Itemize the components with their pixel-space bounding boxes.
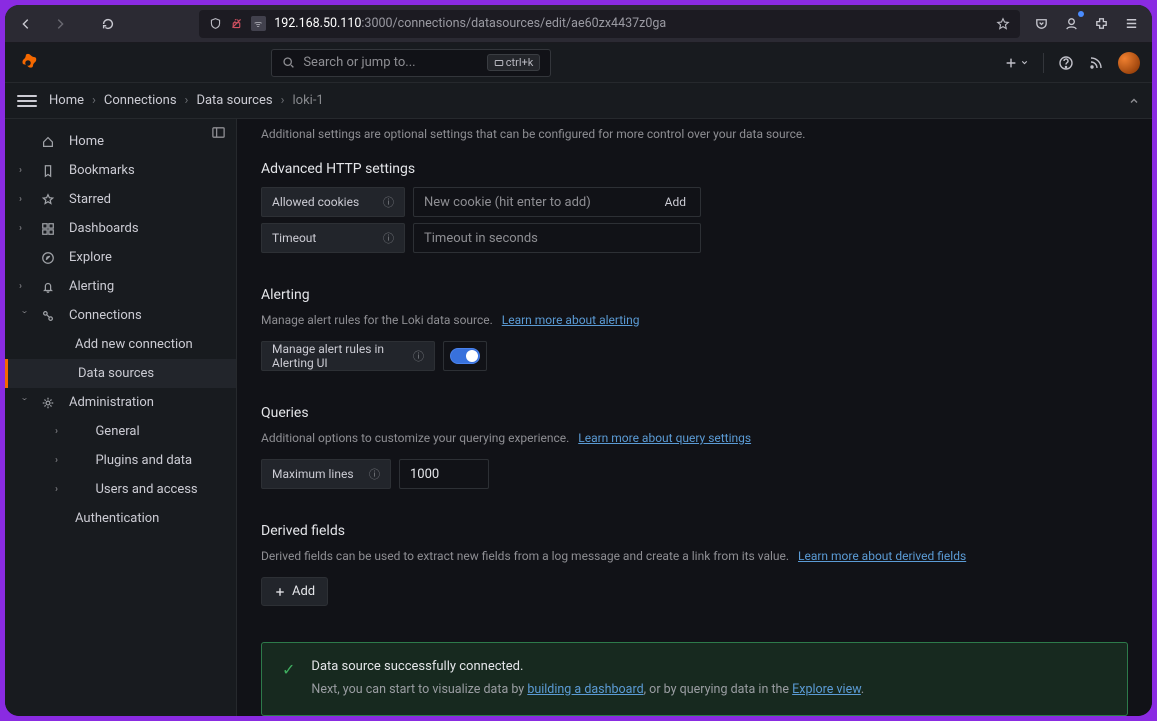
breadcrumb: Home › Connections › Data sources › loki… [49, 93, 324, 108]
sidebar-item-alerting[interactable]: › Alerting [5, 272, 236, 301]
bookmark-icon [41, 164, 57, 178]
search-input[interactable]: Search or jump to... ctrl+k [271, 49, 551, 77]
gear-icon [41, 396, 57, 410]
manage-alerts-label: Manage alert rules in Alerting UI ⓘ [261, 341, 435, 371]
menu-toggle-button[interactable] [17, 91, 37, 111]
queries-hint: Additional options to customize your que… [261, 431, 1128, 445]
learn-more-alerting-link[interactable]: Learn more about alerting [502, 313, 640, 327]
learn-more-derived-link[interactable]: Learn more about derived fields [798, 549, 966, 563]
allowed-cookies-input[interactable]: New cookie (hit enter to add) Add [413, 187, 701, 217]
derived-title: Derived fields [261, 523, 1128, 539]
main-content: Additional settings are optional setting… [237, 119, 1152, 716]
breadcrumb-home[interactable]: Home [49, 93, 84, 108]
sidebar-item-home[interactable]: Home [5, 127, 236, 156]
sidebar-item-plugins[interactable]: › Plugins and data [5, 446, 236, 475]
breadcrumb-datasources[interactable]: Data sources [196, 93, 272, 108]
help-icon[interactable] [1058, 55, 1074, 71]
sidebar-item-add-connection[interactable]: Add new connection [5, 330, 236, 359]
browser-reload-button[interactable] [95, 11, 121, 37]
divider [1043, 53, 1044, 73]
browser-toolbar: ᯤ 192.168.50.110:3000/connections/dataso… [5, 5, 1152, 43]
breadcrumb-current: loki-1 [293, 93, 324, 108]
browser-back-button[interactable] [13, 11, 39, 37]
lock-insecure-icon [230, 17, 243, 30]
max-lines-label: Maximum lines ⓘ [261, 459, 391, 489]
grafana-logo[interactable] [17, 52, 39, 74]
info-icon[interactable]: ⓘ [413, 348, 424, 364]
home-icon [41, 135, 57, 149]
build-dashboard-link[interactable]: building a dashboard [527, 682, 643, 697]
rss-icon[interactable] [1088, 55, 1104, 71]
sidebar-item-data-sources[interactable]: Data sources [5, 359, 236, 388]
search-icon [282, 56, 295, 69]
shield-icon [209, 17, 222, 30]
extensions-icon[interactable] [1088, 11, 1114, 37]
sidebar-item-bookmarks[interactable]: › Bookmarks [5, 156, 236, 185]
bookmark-star-icon[interactable] [996, 17, 1010, 31]
browser-url-bar[interactable]: ᯤ 192.168.50.110:3000/connections/dataso… [199, 10, 1020, 38]
app-menu-icon[interactable] [1118, 11, 1144, 37]
info-icon[interactable]: ⓘ [383, 194, 394, 210]
plus-icon [274, 586, 286, 598]
avatar[interactable] [1118, 52, 1140, 74]
sidebar: Home › Bookmarks › Starred › Dashboards … [5, 119, 237, 716]
add-cookie-link[interactable]: Add [665, 195, 690, 209]
check-icon: ✓ [282, 660, 295, 697]
dock-sidebar-icon[interactable] [211, 125, 226, 140]
info-icon[interactable]: ⓘ [369, 466, 380, 482]
additional-settings-hint: Additional settings are optional setting… [261, 127, 1128, 141]
plug-icon [41, 309, 57, 323]
collapse-caret-icon[interactable] [1128, 95, 1140, 107]
new-button[interactable] [1004, 56, 1029, 70]
success-body: Next, you can start to visualize data by… [311, 682, 864, 697]
sidebar-item-explore[interactable]: Explore [5, 243, 236, 272]
sidebar-item-dashboards[interactable]: › Dashboards [5, 214, 236, 243]
star-icon [41, 193, 57, 207]
learn-more-queries-link[interactable]: Learn more about query settings [578, 431, 751, 445]
compass-icon [41, 251, 57, 265]
browser-forward-button[interactable] [47, 11, 73, 37]
url-text: 192.168.50.110:3000/connections/datasour… [274, 16, 666, 31]
alerting-hint: Manage alert rules for the Loki data sou… [261, 313, 1128, 327]
max-lines-input[interactable]: 1000 [399, 459, 489, 489]
add-derived-field-button[interactable]: Add [261, 577, 328, 606]
app-header: Search or jump to... ctrl+k [5, 43, 1152, 83]
sidebar-item-connections[interactable]: › Connections [5, 301, 236, 330]
account-icon[interactable] [1058, 11, 1084, 37]
alerting-title: Alerting [261, 287, 1128, 303]
connection-badge: ᯤ [251, 16, 266, 31]
sidebar-item-users[interactable]: › Users and access [5, 475, 236, 504]
dashboard-icon [41, 222, 57, 236]
advanced-http-title: Advanced HTTP settings [261, 161, 1128, 177]
sidebar-item-starred[interactable]: › Starred [5, 185, 236, 214]
manage-alerts-toggle[interactable] [450, 348, 480, 364]
bell-icon [41, 280, 57, 294]
breadcrumb-bar: Home › Connections › Data sources › loki… [5, 83, 1152, 119]
queries-title: Queries [261, 405, 1128, 421]
timeout-label: Timeout ⓘ [261, 223, 405, 253]
success-alert: ✓ Data source successfully connected. Ne… [261, 642, 1128, 716]
info-icon[interactable]: ⓘ [383, 230, 394, 246]
sidebar-item-general[interactable]: › General [5, 417, 236, 446]
pocket-icon[interactable] [1028, 11, 1054, 37]
breadcrumb-connections[interactable]: Connections [104, 93, 177, 108]
sidebar-item-authentication[interactable]: Authentication [5, 504, 236, 533]
allowed-cookies-label: Allowed cookies ⓘ [261, 187, 405, 217]
timeout-input[interactable]: Timeout in seconds [413, 223, 701, 253]
search-placeholder: Search or jump to... [303, 55, 415, 70]
explore-view-link[interactable]: Explore view [792, 682, 861, 697]
sidebar-item-administration[interactable]: › Administration [5, 388, 236, 417]
success-title: Data source successfully connected. [311, 659, 864, 674]
search-shortcut: ctrl+k [487, 54, 541, 71]
derived-hint: Derived fields can be used to extract ne… [261, 549, 1128, 563]
